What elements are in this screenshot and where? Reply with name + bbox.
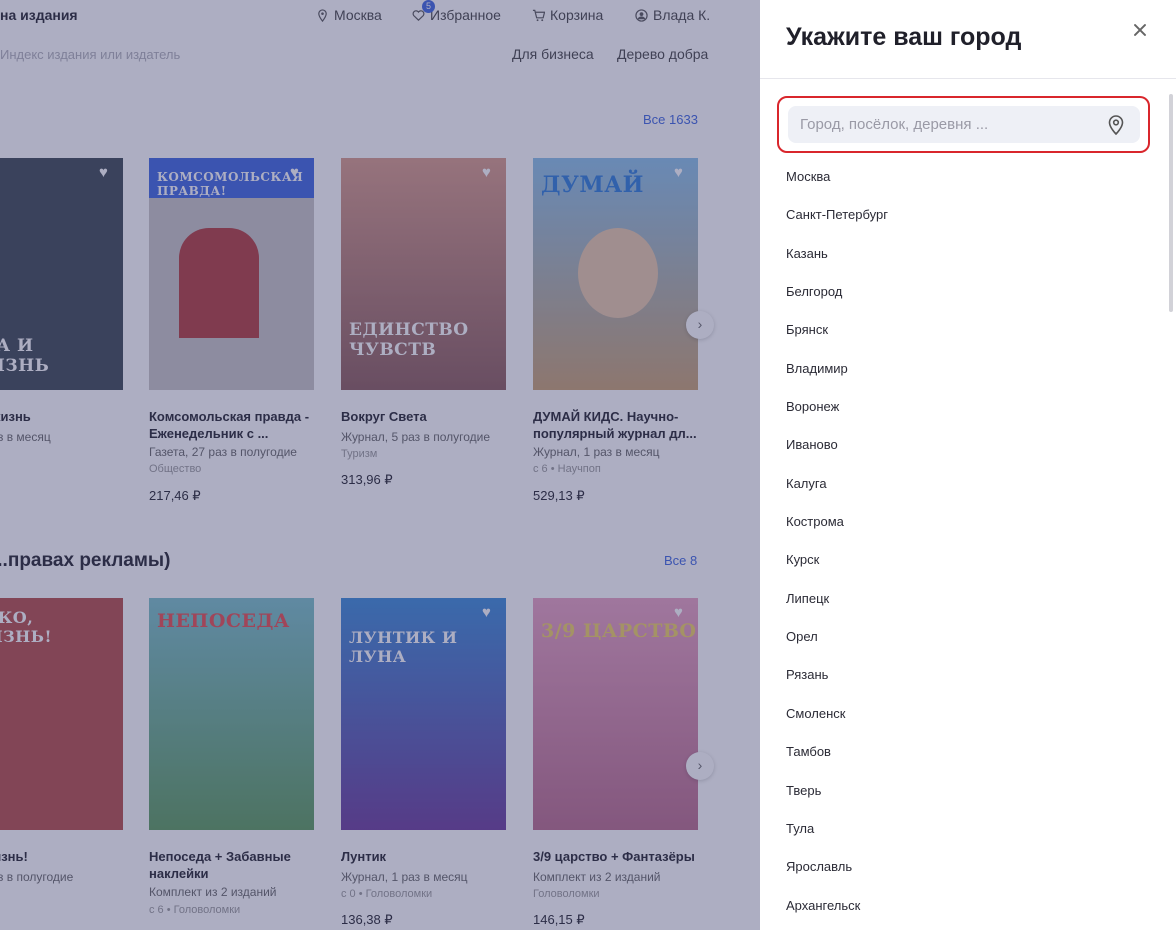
modal-backdrop[interactable] xyxy=(0,0,760,930)
city-option[interactable]: Иваново xyxy=(786,426,1156,464)
city-option[interactable]: Казань xyxy=(786,235,1156,273)
city-option[interactable]: Липецк xyxy=(786,580,1156,618)
background-page: на издания Москва 5 Избранное Корзина Вл… xyxy=(0,0,760,930)
city-list: Москва Санкт-Петербург Казань Белгород Брянс… xyxy=(786,158,1156,925)
city-option[interactable]: Белгород xyxy=(786,273,1156,311)
city-option[interactable]: Курск xyxy=(786,541,1156,579)
city-select-panel: Укажите ваш город МоскваСанкт-ПетербургК… xyxy=(760,0,1176,930)
city-option[interactable]: Тамбов xyxy=(786,733,1156,771)
city-option[interactable]: Орел xyxy=(786,618,1156,656)
city-option[interactable]: Брянск xyxy=(786,311,1156,349)
city-search-wrapper xyxy=(777,96,1150,153)
city-option[interactable]: Ярославль xyxy=(786,848,1156,886)
close-icon[interactable] xyxy=(1131,21,1149,39)
city-option[interactable]: Воронеж xyxy=(786,388,1156,426)
city-option[interactable]: Калуга xyxy=(786,465,1156,503)
city-option[interactable]: Санкт-Петербург xyxy=(786,196,1156,234)
city-option[interactable]: Тула xyxy=(786,810,1156,848)
location-pin-icon[interactable] xyxy=(1106,114,1126,136)
city-option[interactable]: Москва xyxy=(786,158,1156,196)
city-option[interactable]: Архангельск xyxy=(786,887,1156,925)
city-option[interactable]: Владимир xyxy=(786,350,1156,388)
city-option[interactable]: Кострома xyxy=(786,503,1156,541)
city-option[interactable]: Рязань xyxy=(786,656,1156,694)
panel-title: Укажите ваш город xyxy=(786,23,1022,51)
city-option[interactable]: Смоленск xyxy=(786,695,1156,733)
city-option[interactable]: Тверь xyxy=(786,772,1156,810)
city-search-input[interactable] xyxy=(788,106,1140,143)
scrollbar[interactable] xyxy=(1169,94,1173,312)
divider xyxy=(760,78,1176,79)
